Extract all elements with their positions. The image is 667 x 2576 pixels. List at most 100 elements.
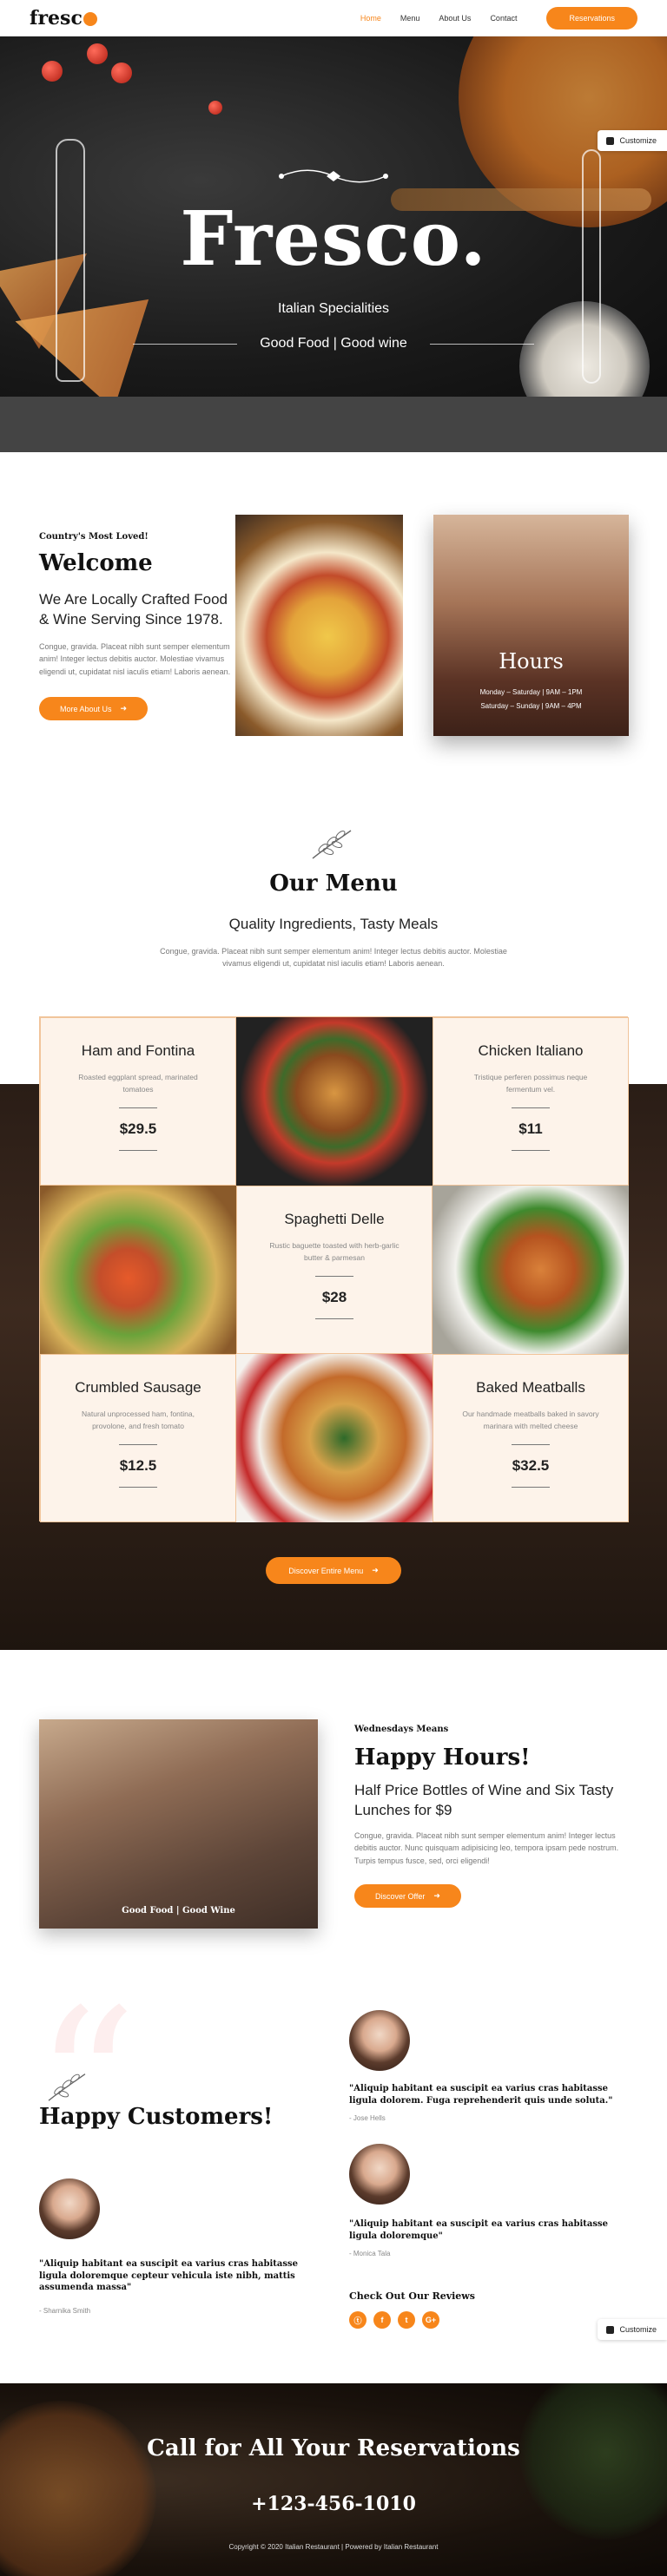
nav-home[interactable]: Home bbox=[360, 14, 381, 23]
photo-caption: Good Food | Good Wine bbox=[122, 1906, 235, 1916]
salad-photo bbox=[40, 1186, 236, 1354]
hero-tagline-row: Good Food | Good wine bbox=[0, 336, 667, 352]
hero-tomato-image bbox=[208, 101, 222, 115]
footer-herbs-image bbox=[519, 2383, 667, 2540]
chicken-dish-photo bbox=[433, 1186, 629, 1354]
menu-grid-section: Ham and Fontina Roasted eggplant spread,… bbox=[0, 1016, 667, 1650]
menu-grid: Ham and Fontina Roasted eggplant spread,… bbox=[39, 1016, 629, 1522]
menu-item-price: $12.5 bbox=[119, 1457, 157, 1475]
menu-item-card[interactable]: Chicken Italiano Tristique perferen poss… bbox=[433, 1017, 629, 1186]
nav-contact[interactable]: Contact bbox=[490, 14, 517, 23]
hours-card: Hours Monday – Saturday | 9AM – 1PM Satu… bbox=[433, 515, 629, 736]
menu-item-name: Chicken Italiano bbox=[478, 1042, 584, 1059]
discover-menu-label: Discover Entire Menu bbox=[288, 1566, 364, 1575]
menu-item-card[interactable]: Spaghetti Delle Rustic baguette toasted … bbox=[236, 1186, 433, 1354]
testimonial-author: - Jose Hells bbox=[349, 2114, 386, 2122]
happy-hours-heading: Half Price Bottles of Wine and Six Tasty… bbox=[354, 1782, 614, 1818]
welcome-kicker: Country's Most Loved! bbox=[39, 532, 149, 542]
reservation-footer: Call for All Your Reservations +123-456-… bbox=[0, 2383, 667, 2576]
site-header: fresc Home Menu About Us Contact Reserva… bbox=[0, 0, 667, 36]
arrow-right-icon: ➜ bbox=[120, 704, 128, 713]
discover-menu-button[interactable]: Discover Entire Menu ➜ bbox=[266, 1557, 401, 1584]
happy-hours-title: Happy Hours! bbox=[354, 1745, 531, 1771]
menu-item-name: Ham and Fontina bbox=[81, 1042, 195, 1059]
testimonial-quote: "Aliquip habitant ea suscipit ea varius … bbox=[349, 2084, 613, 2106]
testimonial-quote: "Aliquip habitant ea suscipit ea varius … bbox=[39, 2259, 299, 2292]
divider bbox=[119, 1487, 157, 1488]
more-about-us-button[interactable]: More About Us ➜ bbox=[39, 697, 149, 721]
menu-item-description: Tristique perferen possimus neque fermen… bbox=[473, 1073, 588, 1094]
happy-hours-body: Congue, gravida. Placeat nibh sunt sempe… bbox=[354, 1830, 619, 1865]
hero-content: Fresco. Italian Specialities Good Food |… bbox=[0, 167, 667, 352]
customize-icon bbox=[606, 136, 615, 145]
pizza-slice-photo bbox=[235, 515, 403, 736]
customers-title: Happy Customers! bbox=[39, 2104, 274, 2130]
facebook-icon[interactable]: f bbox=[373, 2311, 391, 2329]
welcome-section: Country's Most Loved! Welcome We Are Loc… bbox=[0, 452, 667, 808]
menu-heading-section: Our Menu Quality Ingredients, Tasty Meal… bbox=[0, 808, 667, 1016]
site-logo[interactable]: fresc bbox=[30, 7, 97, 30]
main-nav: Home Menu About Us Contact Reservations bbox=[360, 6, 637, 30]
tripadvisor-icon[interactable]: ⓣ bbox=[349, 2311, 367, 2329]
testimonial-quote: "Aliquip habitant ea suscipit ea varius … bbox=[349, 2219, 609, 2241]
welcome-text: Country's Most Loved! Welcome We Are Loc… bbox=[39, 532, 239, 721]
menu-title: Our Menu bbox=[269, 871, 398, 897]
menu-item-card[interactable]: Crumbled Sausage Natural unprocessed ham… bbox=[40, 1354, 236, 1522]
social-links: ⓣ f t G+ bbox=[349, 2311, 439, 2329]
menu-item-price: $32.5 bbox=[512, 1457, 550, 1475]
customers-section: “ Happy Customers! "Aliquip habitant ea … bbox=[0, 1984, 667, 2383]
avatar bbox=[349, 2010, 410, 2071]
divider bbox=[512, 1150, 550, 1152]
menu-subtitle: Quality Ingredients, Tasty Meals bbox=[228, 916, 439, 932]
customize-button[interactable]: Customize bbox=[598, 2319, 667, 2340]
hero-tomato-image bbox=[42, 61, 63, 82]
ornament-icon bbox=[279, 169, 388, 183]
hero-tomato-image bbox=[111, 62, 132, 83]
logo-o-mark bbox=[83, 11, 97, 26]
more-about-us-label: More About Us bbox=[60, 704, 112, 713]
arrow-right-icon: ➜ bbox=[433, 1891, 440, 1901]
hero-section: Fresco. Italian Specialities Good Food |… bbox=[0, 36, 667, 397]
menu-item-name: Spaghetti Delle bbox=[284, 1211, 385, 1227]
happy-hours-section: Good Food | Good Wine Wednesdays Means H… bbox=[0, 1650, 667, 1984]
divider bbox=[315, 1276, 353, 1278]
hours-line-1: Monday – Saturday | 9AM – 1PM bbox=[479, 688, 583, 696]
arrow-right-icon: ➜ bbox=[372, 1566, 379, 1574]
menu-item-card[interactable]: Ham and Fontina Roasted eggplant spread,… bbox=[40, 1017, 236, 1186]
nav-menu[interactable]: Menu bbox=[400, 14, 420, 23]
divider bbox=[133, 343, 238, 345]
welcome-heading: We Are Locally Crafted Food & Wine Servi… bbox=[39, 591, 228, 628]
menu-item-description: Natural unprocessed ham, fontina, provol… bbox=[82, 1410, 195, 1430]
avatar bbox=[39, 2178, 100, 2239]
divider bbox=[119, 1107, 157, 1109]
happy-hours-text: Wednesdays Means Happy Hours! Half Price… bbox=[354, 1725, 632, 1909]
divider bbox=[429, 343, 534, 345]
menu-item-description: Our handmade meatballs baked in savory m… bbox=[462, 1410, 599, 1430]
reservations-button[interactable]: Reservations bbox=[546, 6, 637, 30]
hero-title: Fresco. bbox=[180, 195, 487, 283]
hours-title: Hours bbox=[499, 649, 564, 674]
testimonial-author: - Sharnika Smith bbox=[39, 2307, 91, 2315]
discover-offer-button[interactable]: Discover Offer ➜ bbox=[354, 1884, 461, 1909]
divider bbox=[315, 1318, 353, 1320]
google-plus-icon[interactable]: G+ bbox=[422, 2311, 439, 2329]
pizza-photo bbox=[236, 1354, 433, 1522]
menu-item-card[interactable]: Baked Meatballs Our handmade meatballs b… bbox=[433, 1354, 629, 1522]
hero-tomato-image bbox=[87, 43, 108, 64]
customize-button[interactable]: Customize bbox=[598, 130, 667, 151]
burger-photo bbox=[236, 1017, 433, 1186]
footer-title: Call for All Your Reservations bbox=[147, 2435, 520, 2461]
footer-phone[interactable]: +123-456-1010 bbox=[0, 2493, 667, 2515]
divider bbox=[512, 1444, 550, 1446]
twitter-icon[interactable]: t bbox=[398, 2311, 415, 2329]
hero-subtitle: Italian Specialities bbox=[277, 301, 390, 316]
menu-item-price: $29.5 bbox=[119, 1120, 157, 1138]
herb-sprig-icon bbox=[312, 830, 352, 859]
menu-cta-wrap: Discover Entire Menu ➜ bbox=[0, 1557, 667, 1584]
nav-about-us[interactable]: About Us bbox=[439, 14, 471, 23]
hero-tagline: Good Food | Good wine bbox=[260, 336, 407, 351]
divider bbox=[119, 1150, 157, 1152]
welcome-body: Congue, gravida. Placeat nibh sunt sempe… bbox=[39, 641, 231, 676]
menu-item-name: Crumbled Sausage bbox=[75, 1379, 201, 1396]
welcome-title: Welcome bbox=[39, 550, 153, 576]
